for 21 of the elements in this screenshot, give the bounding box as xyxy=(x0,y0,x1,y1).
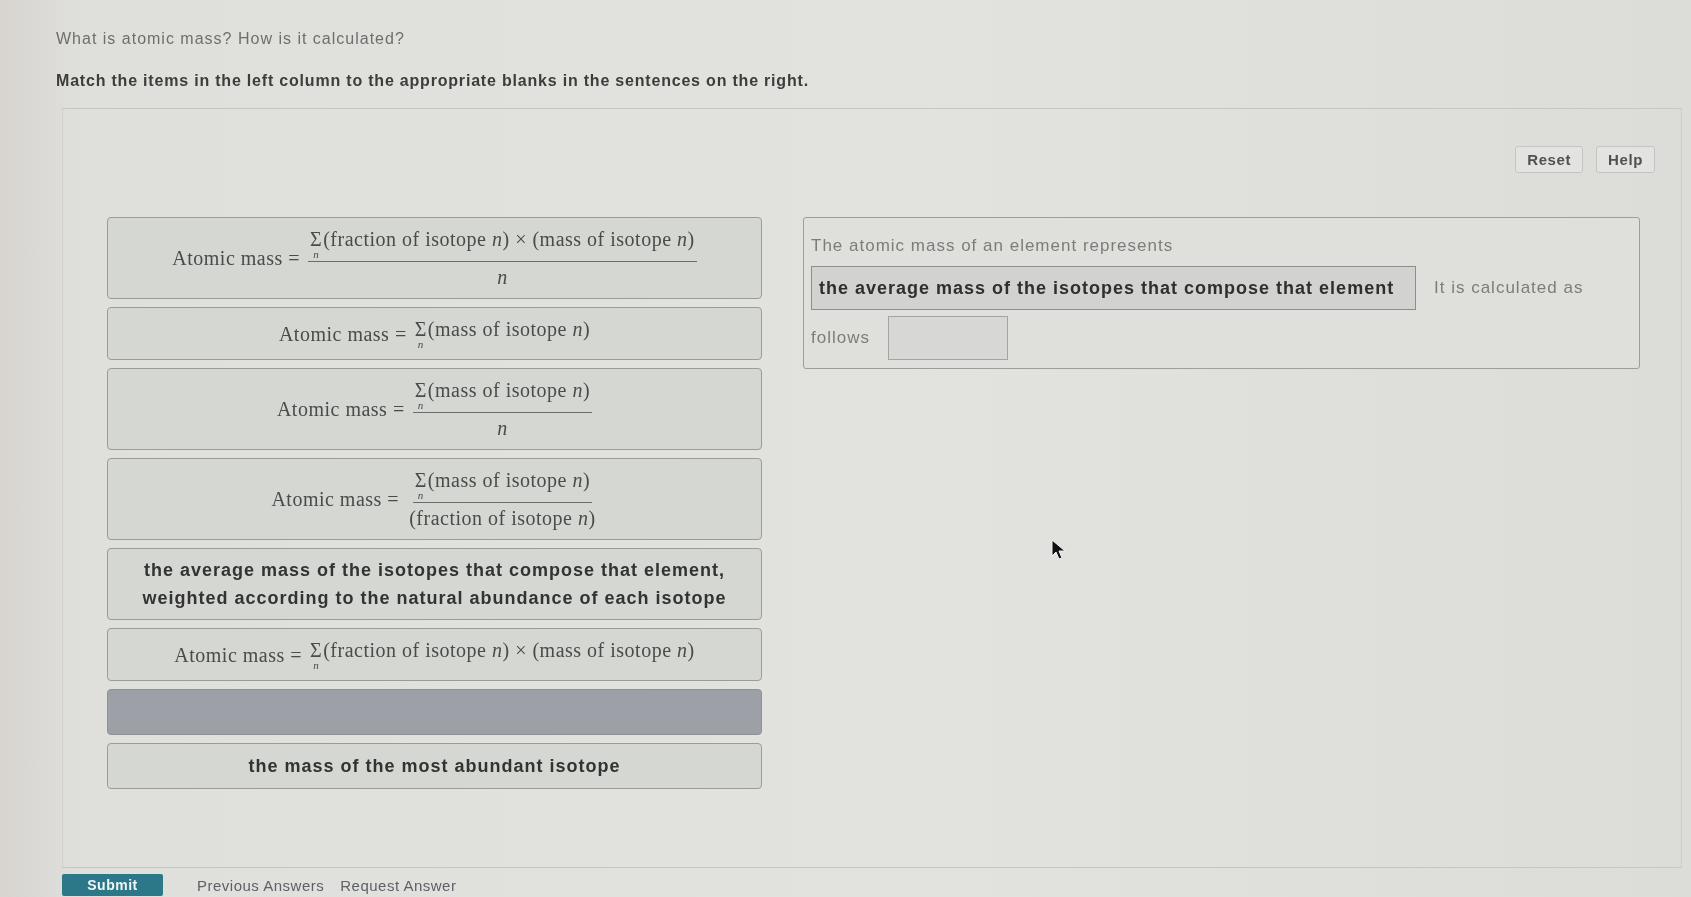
answer-tile[interactable]: Atomic mass = Σ n (mass of isotope n) n xyxy=(107,368,762,450)
footer-link[interactable]: Previous Answers xyxy=(197,876,325,894)
sentence-text: The atomic mass of an element represents xyxy=(811,235,1174,257)
footer-link[interactable]: Request Answer xyxy=(340,876,457,894)
answer-tile[interactable]: Atomic mass = Σ n (mass of isotope n) (fraction of isotope n) xyxy=(107,458,762,540)
equation: Atomic mass = Σ n (mass of isotope n) (fraction of isotope n) xyxy=(271,469,597,529)
answer-tile[interactable]: the mass of the most abundant isotope xyxy=(107,743,762,789)
sentence-text: follows xyxy=(811,327,870,349)
toolbar-button[interactable]: Reset xyxy=(1515,146,1584,173)
drop-blank[interactable]: the average mass of the isotopes that compose that element xyxy=(811,266,1416,310)
drop-blank[interactable] xyxy=(887,316,1008,360)
toolbar-button[interactable]: Help xyxy=(1596,146,1655,173)
equation: Atomic mass = Σ n (fraction of isotope n) × (mass of isotope n) n xyxy=(172,228,697,288)
answer-tile[interactable]: the average mass of the isotopes that compose that element, weighted according to the natural abundance of each isotope xyxy=(107,548,762,620)
instructions-text: Match the items in the left column to the appropriate blanks in the sentences on the right. xyxy=(56,72,809,90)
cursor-icon xyxy=(1051,539,1066,561)
answer-tile[interactable]: Atomic mass = Σ n (fraction of isotope n) × (mass of isotope n) n xyxy=(107,217,762,299)
sentence-text: It is calculated as xyxy=(1434,277,1584,299)
submit-button[interactable]: Submit xyxy=(62,874,163,896)
question-title: What is atomic mass? How is it calculated? xyxy=(56,30,405,48)
equation: Atomic mass = Σ n (mass of isotope n) n xyxy=(276,379,593,439)
